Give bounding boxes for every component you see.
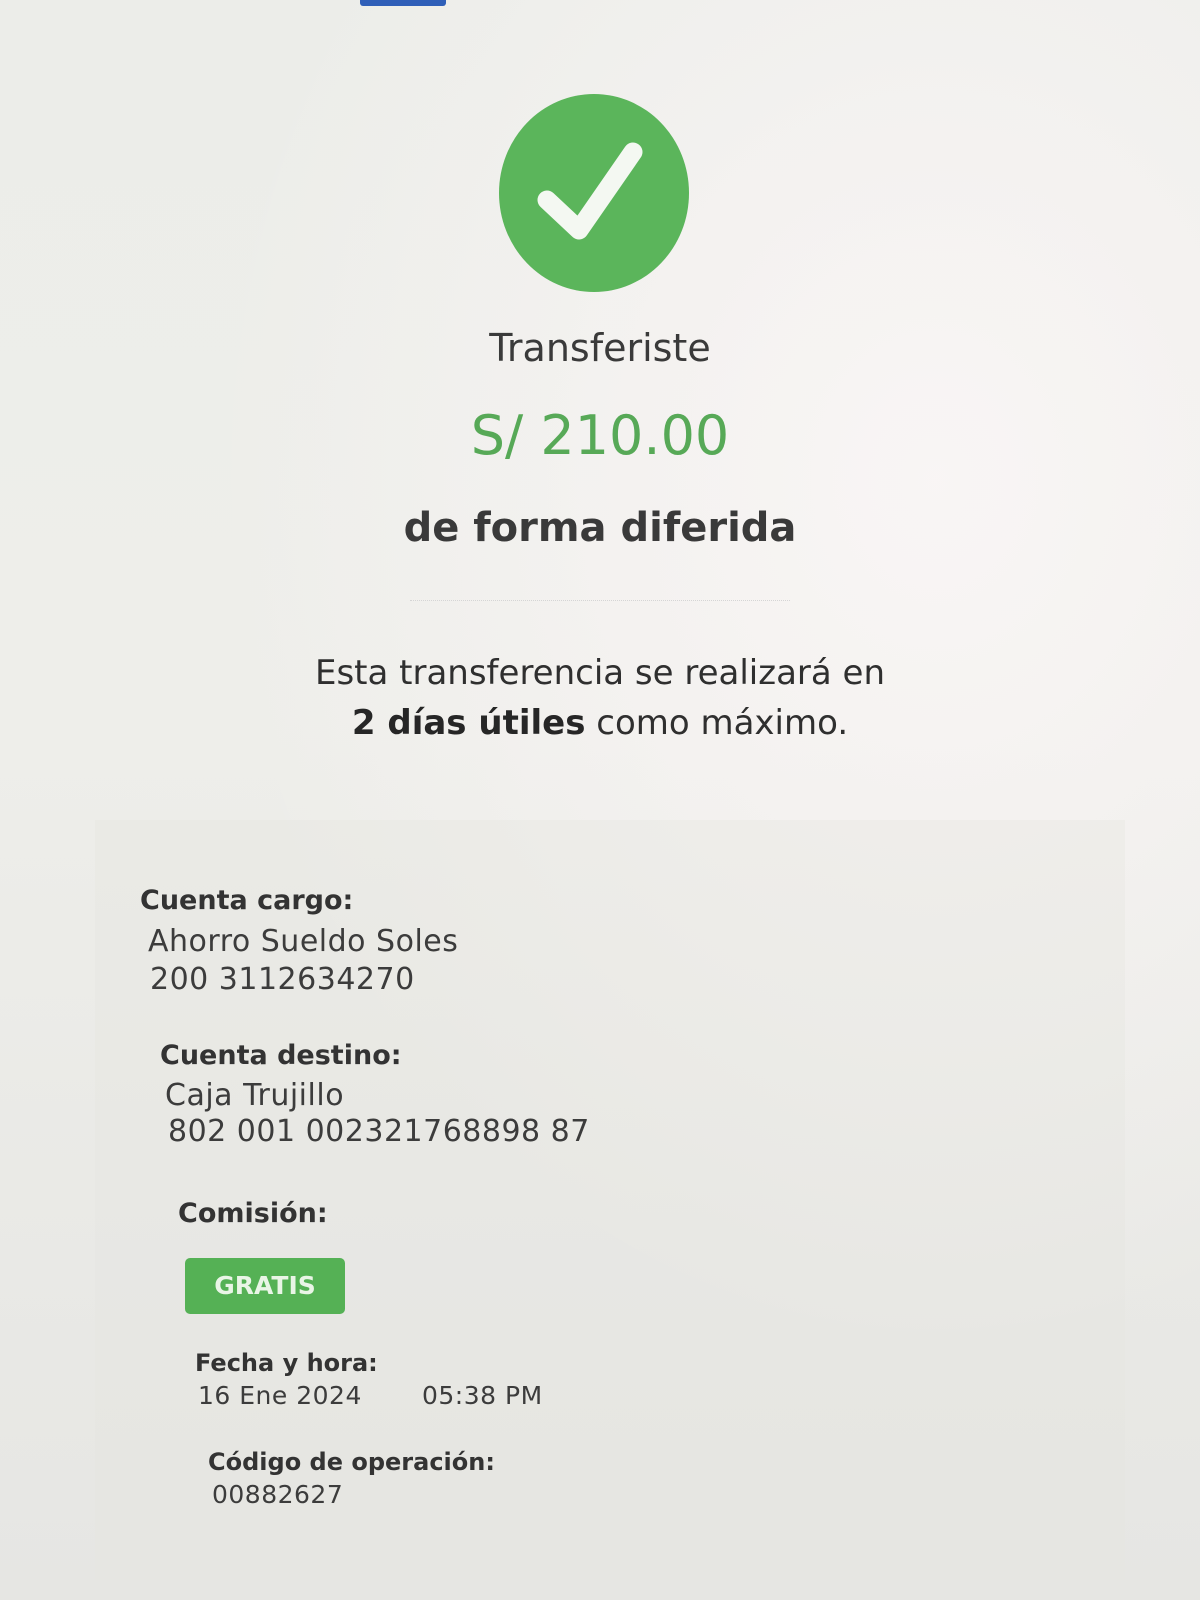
cuenta-cargo-label: Cuenta cargo: (140, 885, 354, 916)
cuenta-cargo-number: 200 3112634270 (150, 962, 415, 997)
hora-value: 05:38 PM (422, 1381, 543, 1410)
cuenta-destino-name: Caja Trujillo (165, 1078, 345, 1113)
comision-badge: GRATIS (185, 1258, 345, 1314)
cuenta-cargo-name: Ahorro Sueldo Soles (148, 924, 459, 959)
transfer-mode: de forma diferida (403, 505, 797, 551)
transfer-note-highlight: 2 días útiles (351, 703, 586, 743)
result-title: Transferiste (489, 326, 711, 370)
top-tab-edge (360, 0, 446, 6)
transfer-note-rest: como máximo. (585, 703, 849, 743)
fecha-value: 16 Ene 2024 (198, 1381, 362, 1410)
receipt-page: Transferiste S/ 210.00 de forma diferida… (0, 0, 1200, 1600)
cuenta-destino-number: 802 001 002321768898 87 (168, 1114, 590, 1149)
transfer-note-line2: 2 días útiles como máximo. (0, 698, 1200, 748)
codigo-operacion-value: 00882627 (212, 1480, 344, 1509)
check-mark-graphic (537, 142, 643, 240)
fecha-hora-label: Fecha y hora: (195, 1349, 378, 1377)
cuenta-destino-label: Cuenta destino: (160, 1040, 402, 1071)
comision-label: Comisión: (178, 1198, 328, 1229)
transfer-amount: S/ 210.00 (470, 404, 730, 467)
transfer-note: Esta transferencia se realizará en 2 día… (0, 648, 1200, 748)
check-icon (499, 94, 689, 292)
transfer-note-line1: Esta transferencia se realizará en (314, 653, 886, 693)
codigo-operacion-label: Código de operación: (208, 1448, 495, 1476)
divider (410, 600, 790, 601)
